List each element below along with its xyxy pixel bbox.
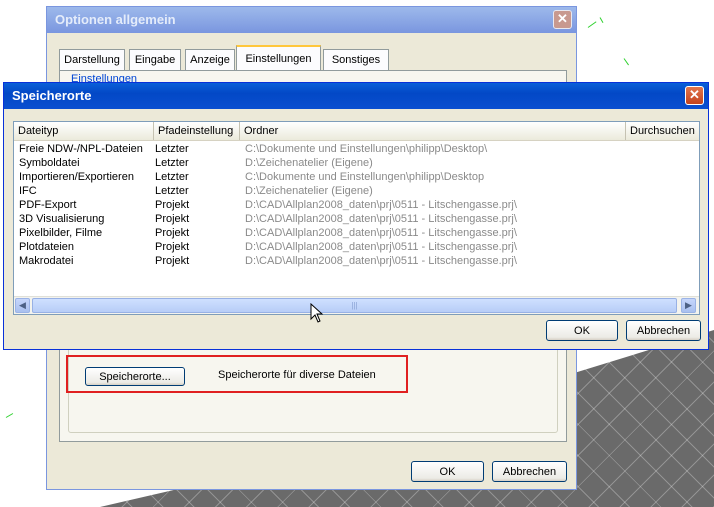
background-stroke — [599, 17, 604, 23]
tab-eingabe[interactable]: Eingabe — [129, 49, 181, 70]
speicherorte-dialog: Speicherorte ✕ Dateityp Pfadeinstellung … — [3, 82, 709, 350]
dialog-title: Speicherorte — [12, 88, 92, 103]
cell-pfadeinstellung: Projekt — [155, 255, 190, 267]
options-ok-button[interactable]: OK — [411, 461, 484, 482]
cell-pfadeinstellung: Projekt — [155, 199, 190, 211]
cell-dateityp: IFC — [19, 185, 37, 197]
table-row[interactable]: Freie NDW-/NPL-Dateien Letzter C:\Dokument… — [14, 142, 699, 156]
highlight-frame — [66, 355, 408, 393]
cell-dateityp: PDF-Export — [19, 199, 77, 211]
cell-dateityp: Symboldatei — [19, 157, 80, 169]
table-row[interactable]: Makrodatei Projekt D:\CAD\Allplan2008_date… — [14, 254, 699, 268]
cell-ordner: D:\Zeichenatelier (Eigene) — [245, 157, 373, 169]
options-close-icon[interactable]: ✕ — [553, 10, 572, 29]
options-window-title: Optionen allgemein — [55, 12, 176, 27]
cell-pfadeinstellung: Letzter — [155, 157, 189, 169]
tab-anzeige[interactable]: Anzeige — [185, 49, 235, 70]
cell-pfadeinstellung: Letzter — [155, 171, 189, 183]
tab-sonstiges[interactable]: Sonstiges — [323, 49, 389, 70]
cell-ordner: D:\Zeichenatelier (Eigene) — [245, 185, 373, 197]
background-stroke — [587, 21, 597, 28]
cell-dateityp: Freie NDW-/NPL-Dateien — [19, 143, 143, 155]
cell-ordner: D:\CAD\Allplan2008_daten\prj\0511 - Lits… — [245, 255, 517, 267]
table-row[interactable]: Plotdateien Projekt D:\CAD\Allplan2008_dat… — [14, 240, 699, 254]
table-row[interactable]: 3D Visualisierung Projekt D:\CAD\Allplan20… — [14, 212, 699, 226]
options-window-titlebar[interactable]: Optionen allgemein — [47, 7, 576, 33]
cell-ordner: C:\Dokumente und Einstellungen\philipp\D… — [245, 143, 488, 155]
options-cancel-button[interactable]: Abbrechen — [492, 461, 567, 482]
dialog-titlebar[interactable]: Speicherorte — [4, 83, 708, 109]
cell-dateityp: Plotdateien — [19, 241, 75, 253]
tab-darstellung[interactable]: Darstellung — [59, 49, 125, 70]
cell-dateityp: 3D Visualisierung — [19, 213, 105, 225]
cell-dateityp: Makrodatei — [19, 255, 74, 267]
locations-listview[interactable]: Dateityp Pfadeinstellung Ordner Durchsuc… — [13, 121, 700, 315]
background-stroke — [5, 413, 14, 418]
cell-dateityp: Importieren/Exportieren — [19, 171, 134, 183]
dialog-close-icon[interactable]: ✕ — [685, 86, 704, 105]
cell-pfadeinstellung: Letzter — [155, 143, 189, 155]
cell-pfadeinstellung: Projekt — [155, 227, 190, 239]
scrollbar-grip-icon: ||| — [351, 301, 358, 310]
cell-ordner: D:\CAD\Allplan2008_daten\prj\0511 - Lits… — [245, 199, 517, 211]
table-row[interactable]: PDF-Export Projekt D:\CAD\Allplan2008_date… — [14, 198, 699, 212]
table-row[interactable]: Importieren/Exportieren Letzter C:\Dokumen… — [14, 170, 699, 184]
background-stroke — [623, 58, 629, 66]
cell-ordner: D:\CAD\Allplan2008_daten\prj\0511 - Lits… — [245, 241, 517, 253]
mouse-pointer-icon — [310, 303, 324, 323]
cell-pfadeinstellung: Projekt — [155, 241, 190, 253]
scroll-right-icon[interactable]: ▶ — [681, 298, 696, 313]
cell-ordner: D:\CAD\Allplan2008_daten\prj\0511 - Lits… — [245, 227, 517, 239]
cell-pfadeinstellung: Projekt — [155, 213, 190, 225]
scrollbar-thumb[interactable]: ||| — [32, 298, 677, 313]
listview-header: Dateityp Pfadeinstellung Ordner Durchsuc… — [14, 122, 699, 141]
cell-ordner: C:\Dokumente und Einstellungen\philipp\D… — [245, 171, 485, 183]
column-header-pfadeinstellung[interactable]: Pfadeinstellung — [154, 122, 240, 140]
table-row[interactable]: Pixelbilder, Filme Projekt D:\CAD\Allplan2… — [14, 226, 699, 240]
horizontal-scrollbar[interactable]: ◀ ||| ▶ — [14, 296, 699, 314]
tab-einstellungen[interactable]: Einstellungen — [236, 45, 321, 71]
column-header-dateityp[interactable]: Dateityp — [14, 122, 154, 140]
dialog-ok-button[interactable]: OK — [546, 320, 618, 341]
table-row[interactable]: IFC Letzter D:\Zeichenatelier (Eigene) — [14, 184, 699, 198]
column-header-ordner[interactable]: Ordner — [240, 122, 626, 140]
table-row[interactable]: Symboldatei Letzter D:\Zeichenatelier (Eig… — [14, 156, 699, 170]
dialog-cancel-button[interactable]: Abbrechen — [626, 320, 701, 341]
cell-dateityp: Pixelbilder, Filme — [19, 227, 103, 239]
column-header-durchsuchen[interactable]: Durchsuchen — [626, 122, 699, 140]
cell-ordner: D:\CAD\Allplan2008_daten\prj\0511 - Lits… — [245, 213, 517, 225]
cell-pfadeinstellung: Letzter — [155, 185, 189, 197]
scroll-left-icon[interactable]: ◀ — [15, 298, 30, 313]
